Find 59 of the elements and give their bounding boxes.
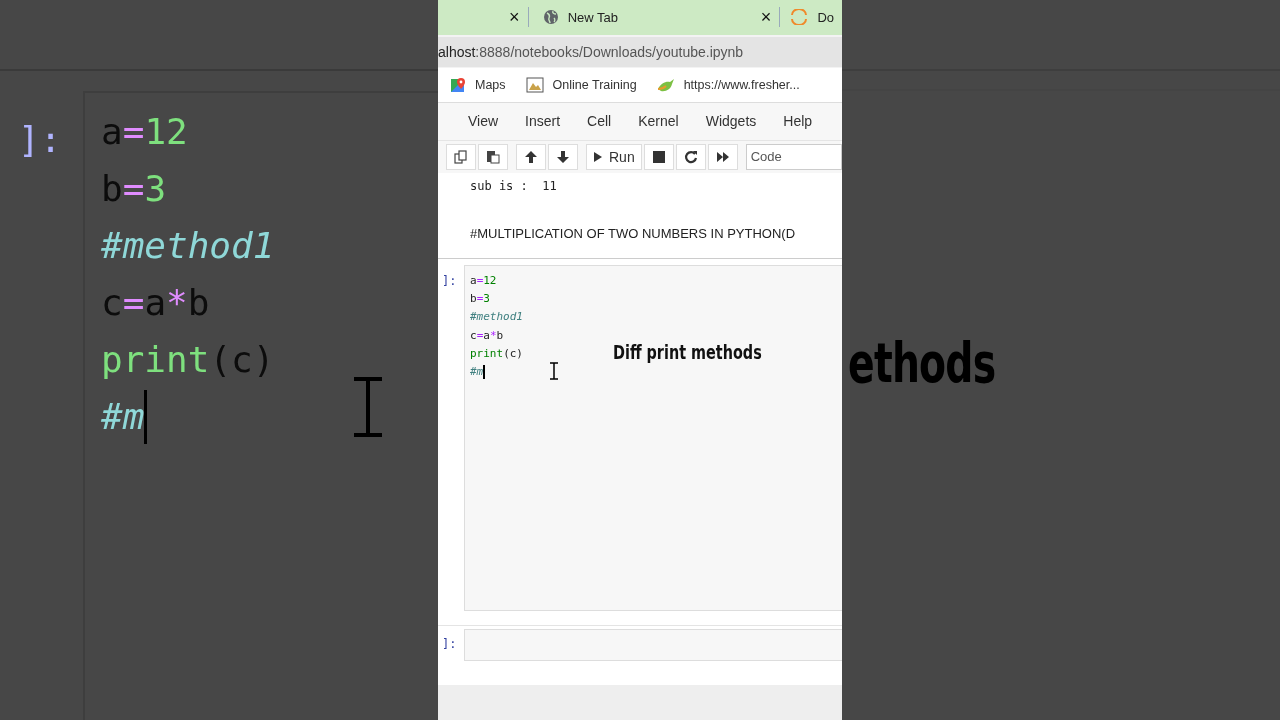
bookmark[interactable]: https://www.fresher...	[656, 77, 800, 94]
code-line: a=12	[470, 273, 497, 290]
menu-item[interactable]: Cell	[587, 113, 612, 130]
bookmark[interactable]: Maps	[450, 77, 506, 94]
video-caption: Diff print methods	[613, 340, 762, 365]
bookmark[interactable]: Online Training	[525, 77, 637, 94]
text-cursor-icon	[352, 377, 384, 437]
code-editor[interactable]: a=12 b=3 #method1 c=a*b print(c) #m Diff print methods	[464, 265, 842, 612]
arrow-up-icon	[524, 150, 538, 164]
browser-tab[interactable]: ×	[438, 7, 529, 28]
tab-title: New Tab	[567, 10, 618, 25]
paste-icon	[486, 150, 500, 164]
menu-item[interactable]: Kernel	[638, 113, 679, 130]
cell-type-select[interactable]: Code	[745, 144, 842, 170]
fast-forward-icon	[715, 150, 730, 164]
cell-output: sub is : 11	[469, 178, 558, 194]
browser-tab[interactable]: Do	[780, 7, 842, 28]
restart-button[interactable]	[675, 144, 706, 170]
globe-icon	[542, 9, 559, 26]
code-line: #m	[101, 388, 148, 445]
code-line: c=a*b	[101, 281, 210, 325]
code-line: print(c)	[470, 345, 523, 362]
code-line: b=3	[470, 291, 490, 308]
paste-button[interactable]	[478, 144, 508, 170]
copy-icon	[454, 150, 468, 164]
code-line: b=3	[101, 167, 167, 211]
move-down-button[interactable]	[548, 144, 578, 170]
cell-prompt: ]:	[441, 636, 458, 654]
cell-prompt: ]:	[17, 118, 63, 162]
stop-button[interactable]	[643, 144, 674, 170]
markdown-heading: #MULTIPLICATION OF TWO NUMBERS IN PYTHON(D	[469, 225, 797, 242]
code-line: print(c)	[101, 338, 275, 382]
menu-item[interactable]: View	[468, 113, 499, 130]
code-line: a=12	[101, 110, 188, 154]
menu-item[interactable]: Help	[783, 113, 813, 130]
restart-icon	[683, 150, 698, 164]
fast-forward-button[interactable]	[707, 144, 738, 170]
run-button[interactable]: Run	[586, 144, 642, 170]
stop-icon	[651, 150, 666, 164]
move-up-button[interactable]	[516, 144, 546, 170]
close-icon[interactable]: ×	[760, 7, 772, 28]
code-line: #method1	[470, 309, 523, 326]
play-icon	[593, 151, 603, 163]
picture-frame-icon	[525, 77, 544, 94]
cell-prompt: ]:	[441, 273, 458, 291]
code-line: #m	[470, 364, 485, 382]
code-line: #method1	[101, 224, 275, 268]
menu-item[interactable]: Widgets	[705, 113, 757, 130]
close-icon[interactable]: ×	[509, 7, 520, 28]
arrow-down-icon	[556, 150, 570, 164]
loading-spinner-icon	[790, 9, 809, 26]
address-field[interactable]: alhost:8888/notebooks/Downloads/youtube.ipynb	[438, 36, 842, 67]
code-line: c=a*b	[470, 327, 504, 344]
menu-item[interactable]: Insert	[525, 113, 561, 130]
video-caption: ethods	[848, 330, 996, 395]
text-cursor-icon	[549, 362, 559, 381]
map-pin-icon	[450, 77, 466, 94]
browser-tab[interactable]: New Tab ×	[528, 7, 781, 28]
tab-title: Do	[817, 10, 834, 25]
